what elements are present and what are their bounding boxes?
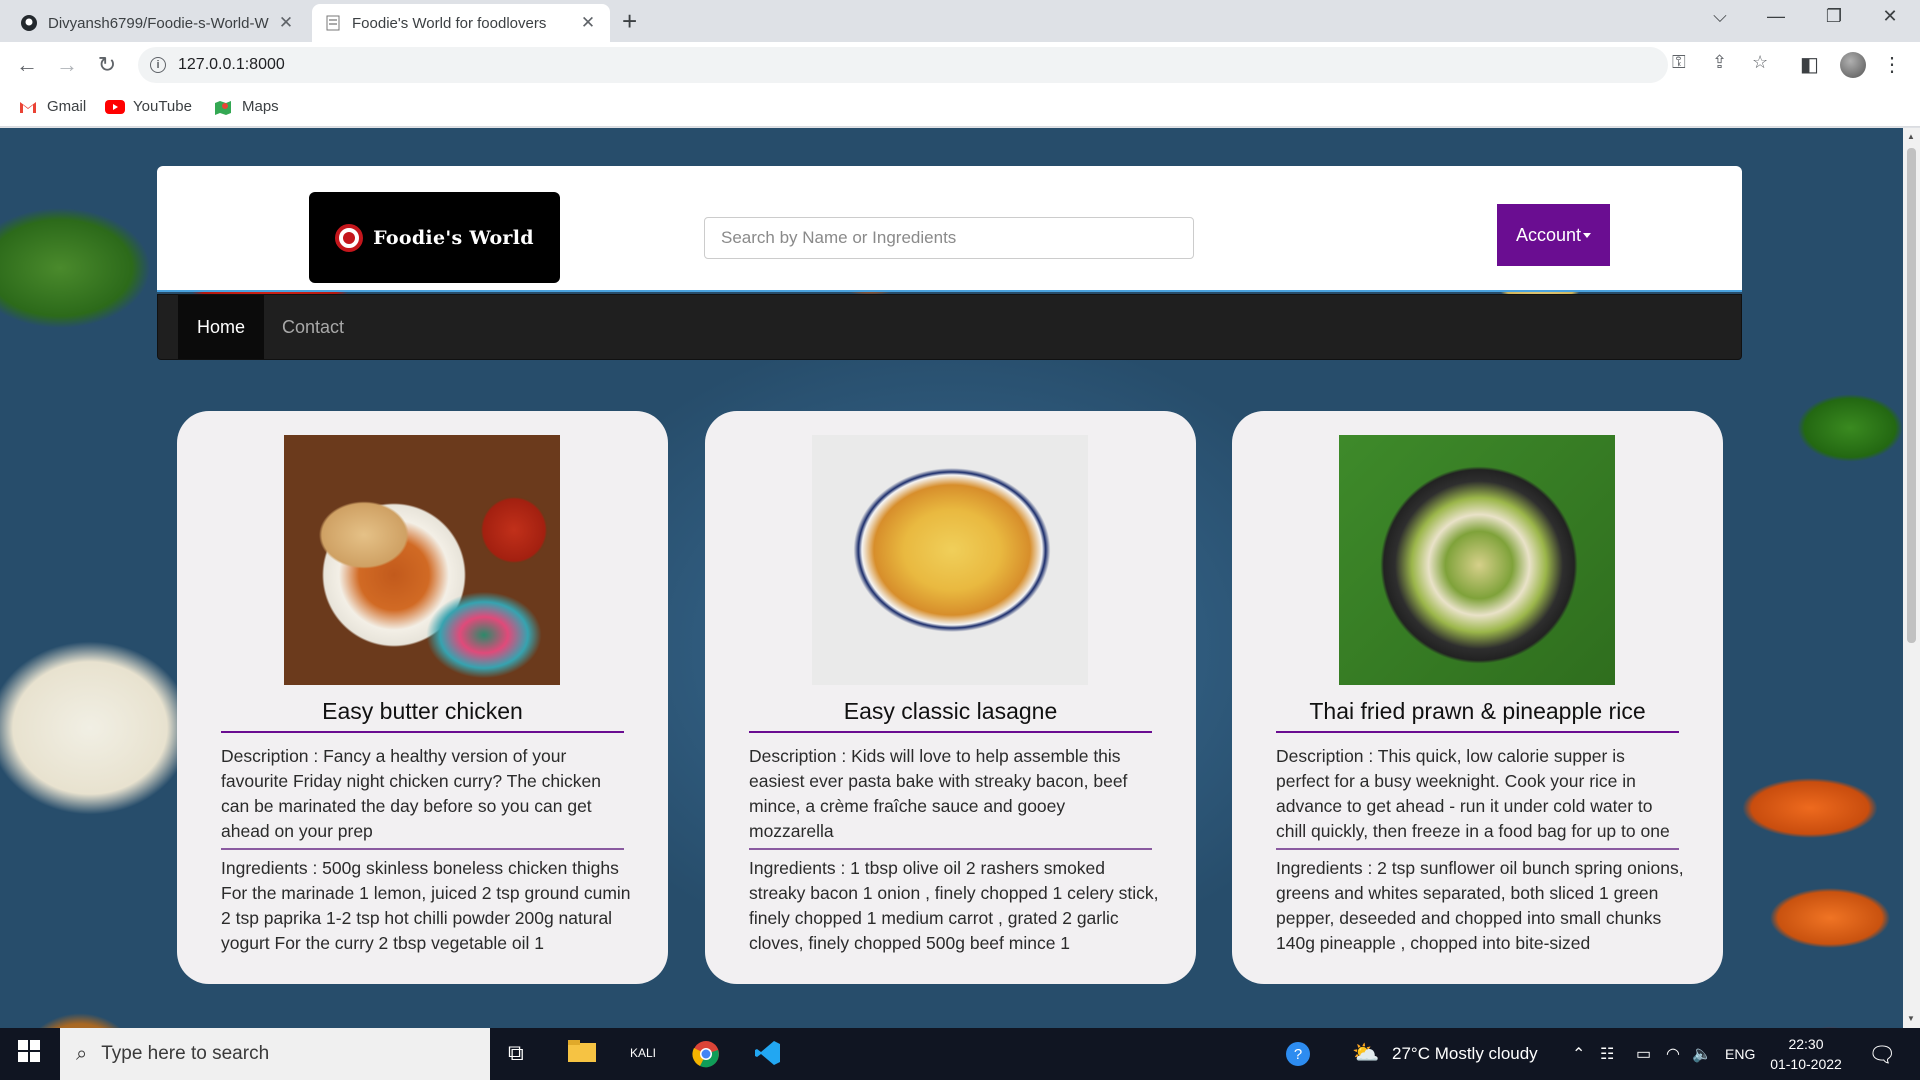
- search-icon: ⌕: [76, 1042, 88, 1065]
- key-icon[interactable]: ⚿: [1672, 52, 1686, 73]
- recipe-title[interactable]: Thai fried prawn & pineapple rice: [1276, 698, 1679, 733]
- caret-down-icon: [1583, 232, 1592, 238]
- logo-emblem-icon: [335, 223, 364, 252]
- divider: [1276, 848, 1679, 850]
- wifi-icon[interactable]: ◠: [1666, 1044, 1680, 1064]
- tab-title: Foodie's World for foodlovers: [352, 14, 547, 32]
- language-indicator[interactable]: ENG: [1725, 1046, 1755, 1062]
- site-header: Foodie's World Account: [157, 166, 1742, 292]
- recipe-description: Description : This quick, low calorie su…: [1276, 746, 1670, 841]
- address-bar[interactable]: i 127.0.0.1:8000: [138, 47, 1668, 83]
- scroll-up-icon[interactable]: ▲: [1907, 132, 1915, 141]
- notifications-icon[interactable]: 🗨: [1868, 1042, 1896, 1068]
- help-icon[interactable]: ?: [1284, 1040, 1312, 1074]
- chrome-icon[interactable]: [692, 1040, 720, 1074]
- account-dropdown-button[interactable]: Account: [1497, 204, 1610, 266]
- maps-icon: [214, 100, 232, 115]
- bookmark-youtube[interactable]: YouTube: [105, 98, 192, 115]
- page-scrollbar[interactable]: ▲ ▼: [1903, 128, 1920, 1028]
- taskbar-clock[interactable]: 22:30 01-10-2022: [1765, 1034, 1847, 1074]
- menu-icon[interactable]: ⋮: [1882, 52, 1902, 77]
- address-text: 127.0.0.1:8000: [178, 56, 285, 73]
- share-icon[interactable]: ⇪: [1712, 52, 1727, 73]
- recipe-title[interactable]: Easy butter chicken: [221, 698, 624, 733]
- github-icon: [20, 14, 38, 32]
- new-tab-icon[interactable]: +: [622, 8, 637, 34]
- bookmark-gmail[interactable]: Gmail: [19, 98, 86, 115]
- search-input[interactable]: [704, 217, 1194, 259]
- close-tab-icon[interactable]: ✕: [578, 13, 598, 33]
- reload-icon[interactable]: ↻: [93, 52, 121, 78]
- page-icon: [324, 14, 342, 32]
- recipe-card[interactable]: Easy butter chicken Description : Fancy …: [177, 411, 668, 984]
- close-tab-icon[interactable]: ✕: [276, 13, 296, 33]
- logo-text: Foodie's World: [373, 226, 534, 249]
- browser-toolbar: ← → ↻ i 127.0.0.1:8000 ⚿ ⇪ ☆ ◧ ⋮: [0, 42, 1920, 89]
- bookmark-label: Maps: [242, 98, 279, 115]
- windows-start-icon[interactable]: [18, 1040, 40, 1068]
- profile-avatar[interactable]: [1840, 52, 1866, 78]
- bookmark-maps[interactable]: Maps: [214, 98, 279, 115]
- scroll-down-icon[interactable]: ▼: [1907, 1014, 1915, 1023]
- weather-cloud-icon[interactable]: ⛅: [1352, 1040, 1379, 1066]
- site-info-icon[interactable]: i: [150, 57, 166, 73]
- back-icon[interactable]: ←: [13, 52, 41, 78]
- tab-search-chevron-icon[interactable]: ⌵: [1700, 6, 1740, 27]
- divider: [221, 848, 624, 850]
- recipe-description: Description : Kids will love to help ass…: [749, 746, 1128, 841]
- recipe-ingredients: Ingredients : 2 tsp sunflower oil bunch …: [1276, 858, 1684, 953]
- recipe-card[interactable]: Easy classic lasagne Description : Kids …: [705, 411, 1196, 984]
- volume-icon[interactable]: 🔈: [1692, 1044, 1712, 1064]
- youtube-icon: [105, 99, 125, 114]
- task-view-icon[interactable]: ⧉: [508, 1040, 524, 1066]
- restore-icon[interactable]: ❐: [1814, 6, 1854, 27]
- kali-app-icon[interactable]: KALI: [630, 1046, 656, 1060]
- close-window-icon[interactable]: ✕: [1870, 6, 1910, 27]
- svg-text:?: ?: [1294, 1046, 1302, 1063]
- bookmark-star-icon[interactable]: ☆: [1752, 52, 1768, 73]
- file-explorer-icon[interactable]: [568, 1040, 596, 1068]
- network-icon[interactable]: ☷: [1600, 1044, 1614, 1064]
- tab-foodies-world[interactable]: Foodie's World for foodlovers ✕: [312, 4, 610, 42]
- divider: [749, 848, 1152, 850]
- taskbar: ⌕ Type here to search ⧉ KALI ? ⛅ 27°C Mo…: [0, 1028, 1920, 1080]
- minimize-icon[interactable]: —: [1756, 6, 1796, 27]
- nav-home[interactable]: Home: [178, 295, 265, 359]
- bookmark-label: YouTube: [133, 98, 192, 115]
- clock-time: 22:30: [1788, 1036, 1824, 1052]
- clock-date: 01-10-2022: [1770, 1056, 1842, 1072]
- recipe-image[interactable]: [1339, 435, 1615, 685]
- bookmarks-bar: Gmail YouTube Maps: [0, 89, 1920, 127]
- taskbar-search[interactable]: ⌕ Type here to search: [60, 1028, 490, 1080]
- side-panel-icon[interactable]: ◧: [1800, 52, 1819, 77]
- site-logo[interactable]: Foodie's World: [309, 192, 560, 283]
- recipe-description: Description : Fancy a healthy version of…: [221, 746, 601, 841]
- weather-text[interactable]: 27°C Mostly cloudy: [1392, 1044, 1538, 1064]
- recipe-card[interactable]: Thai fried prawn & pineapple rice Descri…: [1232, 411, 1723, 984]
- tab-title: Divyansh6799/Foodie-s-World-W: [48, 14, 269, 32]
- tray-chevron-up-icon[interactable]: ⌃: [1572, 1044, 1585, 1064]
- gmail-icon: [19, 100, 37, 114]
- site-navbar: Home Contact: [157, 294, 1742, 360]
- recipe-title[interactable]: Easy classic lasagne: [749, 698, 1152, 733]
- recipe-ingredients: Ingredients : 500g skinless boneless chi…: [221, 858, 631, 953]
- scrollbar-thumb[interactable]: [1907, 148, 1916, 643]
- account-label: Account: [1515, 224, 1582, 245]
- taskbar-search-placeholder: Type here to search: [101, 1043, 270, 1064]
- forward-icon[interactable]: →: [53, 52, 81, 78]
- recipe-image[interactable]: [284, 435, 560, 685]
- tab-strip: Divyansh6799/Foodie-s-World-W ✕ Foodie's…: [0, 0, 1920, 42]
- tab-github[interactable]: Divyansh6799/Foodie-s-World-W ✕: [8, 4, 308, 42]
- vscode-icon[interactable]: [755, 1040, 781, 1072]
- bookmark-label: Gmail: [47, 98, 87, 115]
- nav-contact[interactable]: Contact: [263, 295, 363, 359]
- recipe-ingredients: Ingredients : 1 tbsp olive oil 2 rashers…: [749, 858, 1159, 953]
- battery-icon[interactable]: ▭: [1636, 1044, 1651, 1064]
- recipe-image[interactable]: [812, 435, 1088, 685]
